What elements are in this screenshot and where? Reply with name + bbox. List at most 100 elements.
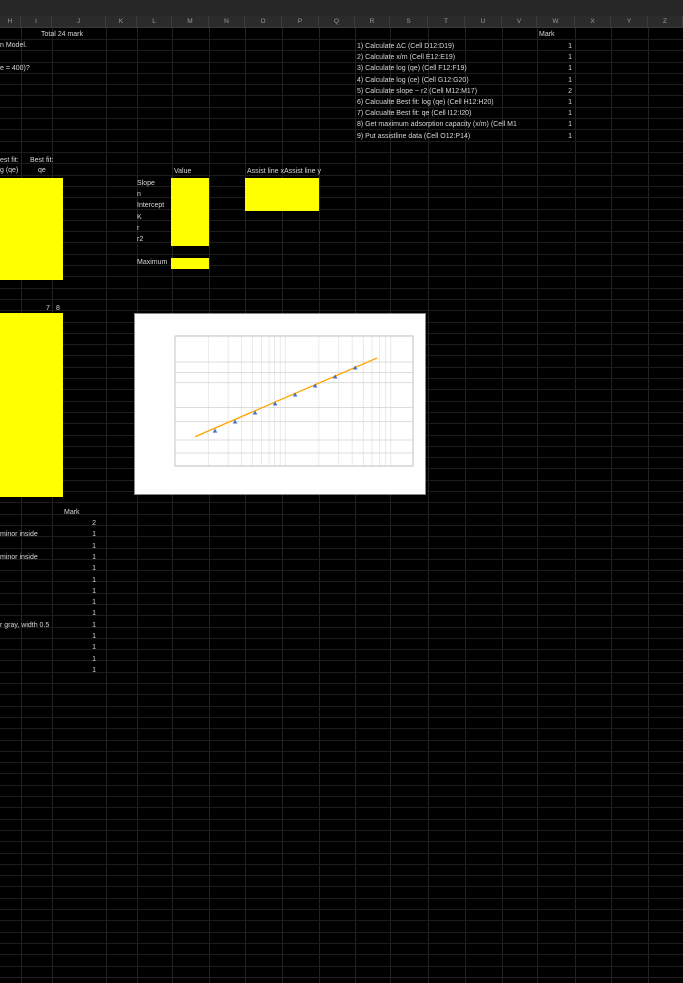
column-header-v[interactable]: V bbox=[502, 16, 537, 27]
parameter-label-intercept: Intercept bbox=[137, 202, 165, 210]
grid-row-line bbox=[0, 864, 683, 865]
task-item: 2) Calculate x/m (Cell E12:E19) bbox=[357, 54, 456, 62]
grid-row-line bbox=[0, 672, 683, 673]
grid-row-line bbox=[0, 966, 683, 967]
grid-column-line bbox=[245, 28, 246, 983]
grid-row-line bbox=[0, 220, 683, 221]
left-note: r gray, width 0.5 bbox=[0, 621, 50, 629]
maximum-label: Maximum bbox=[137, 259, 168, 266]
grid-row-line bbox=[0, 536, 683, 537]
best-fit-qe-header-2: qe bbox=[38, 167, 46, 174]
column-header-x[interactable]: X bbox=[575, 16, 611, 27]
grid-row-line bbox=[0, 751, 683, 752]
grid-row-line bbox=[0, 762, 683, 763]
task-item: 1) Calculate ΔC (Cell D12:D19) bbox=[357, 43, 455, 50]
total-mark-text: Total 24 mark bbox=[41, 31, 84, 38]
best-fit-cells-bottom[interactable] bbox=[0, 313, 63, 497]
column-header-i[interactable]: I bbox=[21, 16, 52, 27]
grid-row-line bbox=[0, 785, 683, 786]
grid-row-line bbox=[0, 310, 683, 311]
column-header-n[interactable]: N bbox=[209, 16, 245, 27]
grid-row-line bbox=[0, 649, 683, 650]
grid-row-line bbox=[0, 276, 683, 277]
assist-line-cells[interactable] bbox=[245, 178, 319, 211]
lower-mark-value: 1 bbox=[92, 565, 96, 573]
freundlich-chart[interactable] bbox=[134, 313, 426, 495]
column-header-z[interactable]: Z bbox=[648, 16, 683, 27]
maximum-value-cell[interactable] bbox=[171, 258, 209, 269]
column-header-w[interactable]: W bbox=[537, 16, 575, 27]
task-mark: 1 bbox=[568, 99, 572, 106]
model-text: n Model. bbox=[0, 42, 27, 49]
grid-row-line bbox=[0, 898, 683, 899]
column-header-r[interactable]: R bbox=[355, 16, 390, 27]
grid-row-line bbox=[0, 39, 683, 40]
task-mark: 1 bbox=[568, 110, 572, 118]
grid-row-line bbox=[0, 819, 683, 820]
grid-row-line bbox=[0, 581, 683, 582]
best-fit-log-header-2: g (qe) bbox=[0, 167, 19, 174]
grid-column-line bbox=[575, 28, 576, 983]
grid-row-line bbox=[0, 141, 683, 142]
grid-row-line bbox=[0, 638, 683, 639]
parameter-label-r: r bbox=[137, 224, 140, 232]
column-number-7: 7 bbox=[46, 305, 50, 312]
lower-mark-value: 1 bbox=[92, 599, 96, 607]
grid-row-line bbox=[0, 920, 683, 921]
column-header-k[interactable]: K bbox=[106, 16, 137, 27]
lower-mark-value: 1 bbox=[92, 633, 96, 640]
task-mark: 1 bbox=[568, 121, 572, 129]
left-note: minor inside bbox=[0, 531, 38, 539]
best-fit-cells-top[interactable] bbox=[0, 178, 63, 280]
left-note: minor inside bbox=[0, 553, 38, 561]
lower-mark-value: 1 bbox=[92, 666, 96, 674]
grid-row-line bbox=[0, 50, 683, 51]
mark-header-right: Mark bbox=[539, 31, 555, 38]
grid-row-line bbox=[0, 740, 683, 741]
fit-line bbox=[194, 357, 378, 438]
grid-row-line bbox=[0, 299, 683, 300]
column-header-o[interactable]: O bbox=[245, 16, 282, 27]
task-item: 4) Calculate log (ce) (Cell G12:G20) bbox=[357, 76, 469, 84]
grid-row-line bbox=[0, 231, 683, 232]
grid-row-line bbox=[0, 570, 683, 571]
window-top-bar bbox=[0, 0, 683, 16]
parameter-value-cells[interactable] bbox=[171, 178, 209, 246]
grid-row-line bbox=[0, 186, 683, 187]
column-header-s[interactable]: S bbox=[390, 16, 428, 27]
grid-row-line bbox=[0, 152, 683, 153]
column-header-l[interactable]: L bbox=[137, 16, 172, 27]
column-header-h[interactable]: H bbox=[0, 16, 21, 27]
column-header-row: HIJKLMNOPQRSTUVWXYZ bbox=[0, 16, 683, 28]
grid-row-line bbox=[0, 197, 683, 198]
question-text: e = 400)? bbox=[0, 65, 30, 72]
grid-row-line bbox=[0, 660, 683, 661]
lower-mark-value: 1 bbox=[92, 610, 96, 618]
grid-row-line bbox=[0, 525, 683, 526]
grid-row-line bbox=[0, 875, 683, 876]
column-header-p[interactable]: P bbox=[282, 16, 319, 27]
parameter-label-slope: Slope bbox=[137, 180, 155, 187]
column-header-q[interactable]: Q bbox=[319, 16, 355, 27]
grid-column-line bbox=[209, 28, 210, 983]
grid-row-line bbox=[0, 853, 683, 854]
grid-row-line bbox=[0, 706, 683, 707]
assist-line-y-header: Assist line y bbox=[284, 168, 321, 175]
grid-column-line bbox=[537, 28, 538, 983]
parameter-label-n: n bbox=[137, 191, 141, 199]
column-header-y[interactable]: Y bbox=[611, 16, 648, 27]
column-header-t[interactable]: T bbox=[428, 16, 465, 27]
lower-mark-value: 1 bbox=[92, 655, 96, 663]
grid-column-line bbox=[52, 28, 53, 983]
task-mark: 1 bbox=[568, 54, 572, 62]
grid-row-line bbox=[0, 73, 683, 74]
grid-row-line bbox=[0, 84, 683, 85]
grid-column-line bbox=[428, 28, 429, 983]
column-header-u[interactable]: U bbox=[465, 16, 502, 27]
grid-row-line bbox=[0, 694, 683, 695]
column-header-j[interactable]: J bbox=[52, 16, 106, 27]
grid-column-line bbox=[465, 28, 466, 983]
lower-mark-value: 1 bbox=[92, 587, 96, 595]
value-header: Value bbox=[174, 168, 192, 175]
column-header-m[interactable]: M bbox=[172, 16, 209, 27]
